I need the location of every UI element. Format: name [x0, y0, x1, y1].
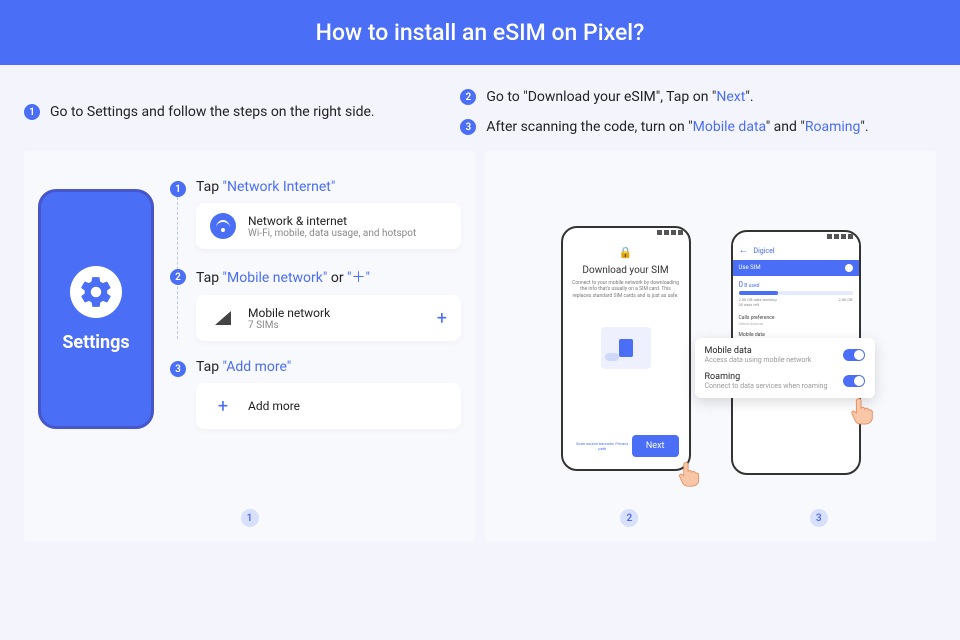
- hand-cursor-icon: [847, 395, 877, 425]
- panels: Settings 1 Tap "Network Internet" Networ…: [0, 143, 960, 565]
- gear-icon: [70, 266, 122, 318]
- panel-marker-1: 1: [241, 509, 259, 527]
- cloud-icon: [605, 353, 619, 361]
- instructions-row: 1 Go to Settings and follow the steps on…: [0, 65, 960, 143]
- panel-marker-3: 3: [810, 509, 828, 527]
- row-calls[interactable]: Calls preferenceChina Unicom: [739, 315, 853, 326]
- step-1: 1 Tap "Network Internet" Network & inter…: [170, 179, 461, 249]
- step-3-bullet: 3: [170, 361, 186, 377]
- popup-rm-sub: Connect to data services when roaming: [705, 382, 837, 390]
- use-sim-bar[interactable]: Use SIM: [733, 260, 859, 276]
- sim-slot-graphic: [601, 327, 651, 369]
- instruction-2: 2 Go to "Download your eSIM", Tap on "Ne…: [460, 89, 936, 105]
- instruction-3: 3 After scanning the code, turn on "Mobi…: [460, 119, 936, 135]
- phone-2-body: 🔒 Download your SIM Connect to your mobi…: [563, 238, 689, 469]
- download-sim-title: Download your SIM: [582, 265, 668, 276]
- card-ni-title: Network & internet: [248, 214, 416, 228]
- card-mn-sub: 7 SIMs: [248, 320, 330, 331]
- card-mn-title: Mobile network: [248, 306, 330, 320]
- toggles-popup: Mobile data Access data using mobile net…: [695, 338, 875, 398]
- usage-bar: [739, 291, 853, 295]
- step-1-text: Tap "Network Internet": [196, 179, 461, 195]
- panel-left: Settings 1 Tap "Network Internet" Networ…: [24, 151, 475, 541]
- settings-label: Settings: [62, 332, 129, 353]
- carrier-label: Digicel: [754, 247, 775, 255]
- step-2-body: Tap "Mobile network" or "＋" Mobile netwo…: [196, 267, 461, 341]
- phone-3-header: ← Digicel: [733, 242, 859, 260]
- steps-column: 1 Tap "Network Internet" Network & inter…: [170, 179, 461, 429]
- instruction-1-text: Go to Settings and follow the steps on t…: [50, 104, 375, 120]
- instruction-1: 1 Go to Settings and follow the steps on…: [24, 89, 420, 135]
- popup-rm-title: Roaming: [705, 372, 837, 382]
- popup-mobile-data[interactable]: Mobile data Access data using mobile net…: [705, 346, 865, 364]
- hand-cursor-icon: [675, 459, 703, 487]
- header-title: How to install an eSIM on Pixel?: [316, 19, 645, 46]
- popup-md-sub: Access data using mobile network: [705, 356, 837, 364]
- step-1-body: Tap "Network Internet" Network & interne…: [196, 179, 461, 249]
- data-usage: 0 B used 2.00 GB data warning2.00 GB 30 …: [733, 276, 859, 311]
- footer-links: Scan source barcode, Privacy path: [573, 441, 632, 451]
- status-bar-3: [733, 232, 859, 242]
- signal-icon: [210, 305, 236, 331]
- card-ni-sub: Wi-Fi, mobile, data usage, and hotspot: [248, 228, 416, 239]
- plus-icon[interactable]: +: [437, 308, 447, 329]
- instruction-2-text: Go to "Download your eSIM", Tap on "Next…: [486, 89, 753, 105]
- page-header: How to install an eSIM on Pixel?: [0, 0, 960, 65]
- step-2: 2 Tap "Mobile network" or "＋" Mobile net…: [170, 267, 461, 341]
- sim-chip-icon: [619, 339, 633, 357]
- phone-2-wrap: 🔒 Download your SIM Connect to your mobi…: [561, 226, 691, 471]
- step-2-bullet: 2: [170, 269, 186, 285]
- status-bar: [563, 228, 689, 238]
- bullet-3: 3: [460, 119, 476, 135]
- step-3-text: Tap "Add more": [196, 359, 461, 375]
- mobile-data-toggle[interactable]: [843, 349, 865, 361]
- step-3: 3 Tap "Add more" + Add more: [170, 359, 461, 429]
- row-mobile-data[interactable]: Mobile data: [739, 332, 853, 338]
- popup-md-title: Mobile data: [705, 346, 837, 356]
- bullet-1: 1: [24, 104, 40, 120]
- phone-download-sim: 🔒 Download your SIM Connect to your mobi…: [561, 226, 691, 471]
- card-network-internet[interactable]: Network & internet Wi-Fi, mobile, data u…: [196, 203, 461, 249]
- card-mobile-network[interactable]: Mobile network 7 SIMs +: [196, 295, 461, 341]
- instruction-3-text: After scanning the code, turn on "Mobile…: [486, 119, 868, 135]
- next-button[interactable]: Next: [632, 435, 679, 457]
- bullet-2: 2: [460, 89, 476, 105]
- card-add-more[interactable]: + Add more: [196, 383, 461, 429]
- use-sim-label: Use SIM: [739, 264, 761, 271]
- step-3-body: Tap "Add more" + Add more: [196, 359, 461, 429]
- card-am-title: Add more: [248, 399, 300, 413]
- phone-3-wrap: ← Digicel Use SIM 0 B used 2.00 GB data …: [731, 222, 861, 475]
- panel-marker-2: 2: [620, 509, 638, 527]
- use-sim-toggle[interactable]: [845, 264, 853, 272]
- phone-2-footer: Scan source barcode, Privacy path Next: [571, 435, 681, 461]
- instructions-right: 2 Go to "Download your eSIM", Tap on "Ne…: [460, 89, 936, 135]
- popup-roaming[interactable]: Roaming Connect to data services when ro…: [705, 372, 865, 390]
- roaming-toggle[interactable]: [843, 375, 865, 387]
- lock-icon: 🔒: [619, 246, 633, 259]
- wifi-icon: [210, 213, 236, 239]
- step-1-bullet: 1: [170, 181, 186, 197]
- panel-right: 🔒 Download your SIM Connect to your mobi…: [485, 151, 936, 541]
- back-icon[interactable]: ←: [739, 245, 749, 256]
- download-sim-desc: Connect to your mobile network by downlo…: [571, 280, 681, 300]
- plus-icon: +: [210, 393, 236, 419]
- settings-phone: Settings: [38, 189, 154, 429]
- step-2-text: Tap "Mobile network" or "＋": [196, 267, 461, 287]
